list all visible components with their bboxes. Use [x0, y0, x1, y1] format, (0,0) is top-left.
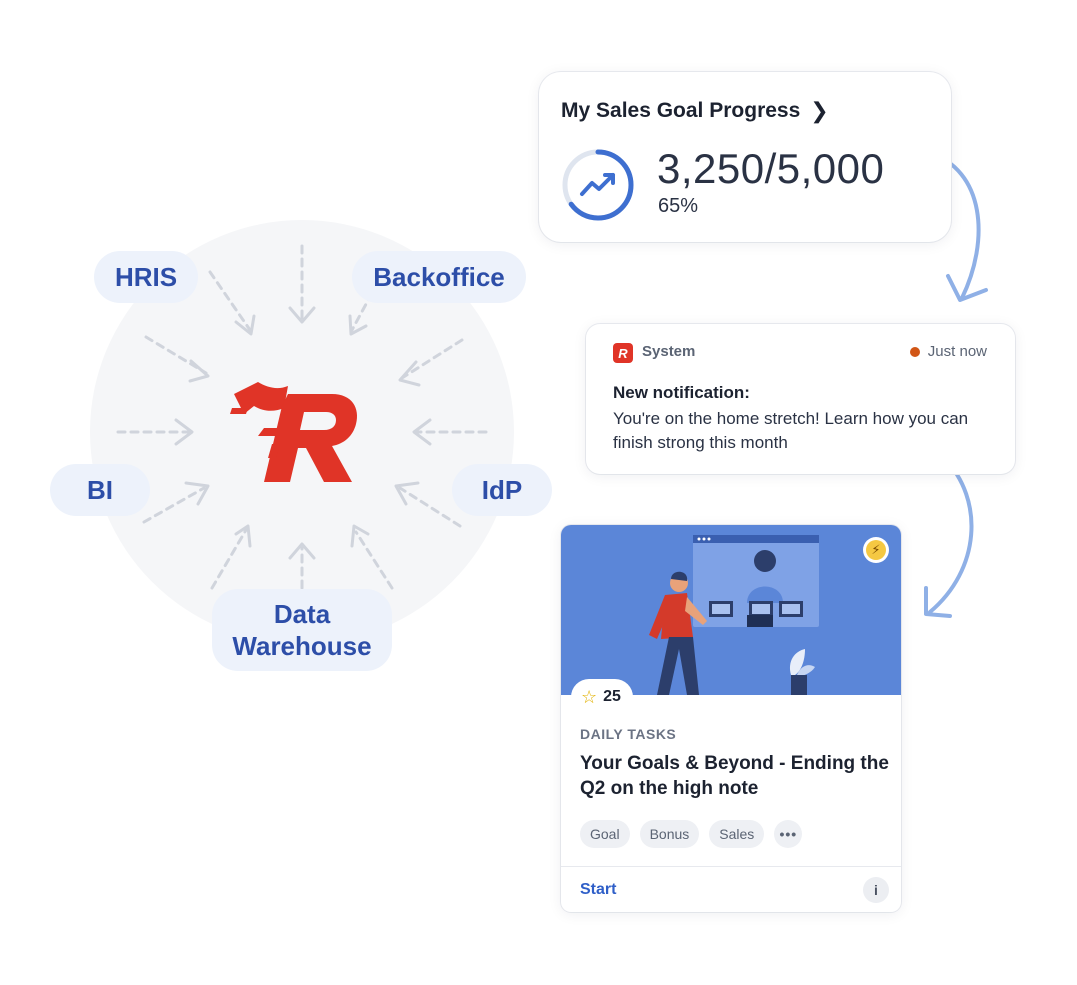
goal-percent: 65% — [658, 195, 699, 217]
notification-body: You're on the home stretch! Learn how yo… — [613, 409, 969, 452]
notification-time: Just now — [909, 343, 987, 360]
notification-sender: System — [642, 343, 696, 360]
source-label-backoffice: Backoffice — [373, 262, 505, 292]
star-icon: ☆ — [581, 686, 598, 707]
goal-progress-ring — [562, 149, 634, 221]
task-card[interactable]: ⚡ ☆ 25 DAILY TASKS Your Goals & Beyond -… — [561, 525, 901, 912]
chevron-right-icon[interactable]: ❯ — [810, 98, 828, 124]
source-label-idp: IdP — [481, 475, 523, 505]
source-label-data: Data — [273, 599, 331, 629]
notification-title: New notification: — [613, 383, 750, 402]
source-label-warehouse: Warehouse — [232, 631, 372, 661]
meeting-illustration — [649, 535, 819, 695]
sales-goal-card[interactable]: My Sales Goal Progress ❯ 3,250/5,000 65% — [539, 72, 951, 242]
task-illustration: ⚡ — [561, 525, 901, 695]
status-dot-icon — [909, 346, 920, 357]
lightning-icon: ⚡ — [863, 537, 889, 563]
source-chip-bi: BI — [50, 464, 150, 516]
source-label-bi: BI — [87, 475, 113, 505]
task-category: DAILY TASKS — [580, 726, 677, 742]
tag-list: Goal Bonus Sales ••• — [580, 820, 803, 848]
tag-sales[interactable]: Sales — [709, 820, 765, 848]
system-logo-icon: R — [613, 343, 633, 363]
notification-card[interactable]: R System Just now New notification: You'… — [586, 324, 1015, 474]
card-divider — [561, 866, 901, 867]
goal-card-header[interactable]: My Sales Goal Progress ❯ — [561, 98, 829, 124]
source-chip-hris: HRIS — [94, 251, 198, 303]
more-tags-button[interactable]: ••• — [774, 820, 803, 848]
points-badge: ☆ 25 — [571, 679, 633, 715]
goal-value: 3,250/5,000 — [657, 145, 885, 192]
notification-time-label: Just now — [927, 343, 987, 360]
source-label-hris: HRIS — [114, 262, 178, 292]
task-title: Your Goals & Beyond - Ending the Q2 on t… — [580, 753, 889, 799]
source-chip-backoffice: Backoffice — [352, 251, 526, 303]
tag-bonus[interactable]: Bonus — [639, 820, 700, 848]
start-button[interactable]: Start — [580, 881, 616, 899]
source-chip-data-warehouse: Data Warehouse — [212, 589, 392, 671]
brand-logo-icon — [230, 382, 357, 482]
trend-up-icon — [580, 173, 615, 196]
goal-card-title: My Sales Goal Progress — [561, 99, 801, 122]
points-value: 25 — [603, 688, 621, 705]
source-chip-idp: IdP — [452, 464, 552, 516]
info-icon[interactable]: i — [863, 877, 889, 903]
tag-goal[interactable]: Goal — [580, 820, 630, 848]
